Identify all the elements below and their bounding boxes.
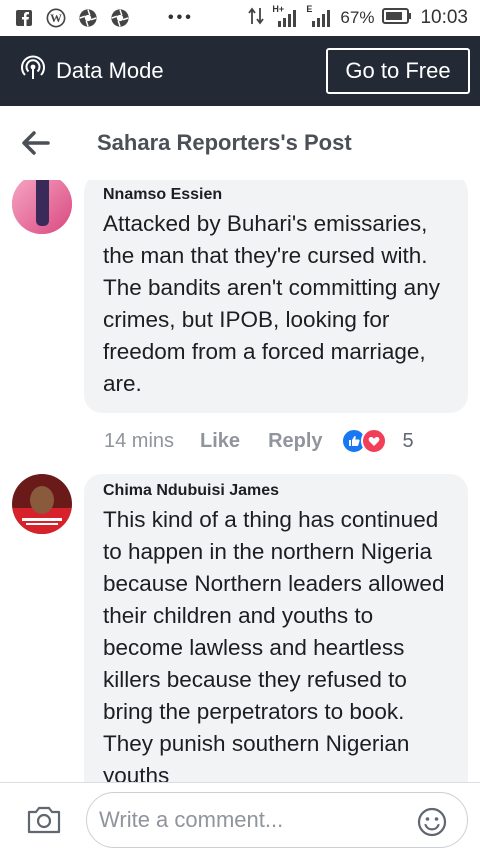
wordpress-icon: W <box>46 8 66 28</box>
love-reaction-icon <box>360 428 387 454</box>
svg-text:W: W <box>50 11 62 25</box>
data-mode-indicator: Data Mode <box>0 55 164 87</box>
battery-percent: 67% <box>340 8 375 27</box>
reply-button[interactable]: Reply <box>268 430 322 453</box>
data-mode-label: Data Mode <box>56 58 164 83</box>
aperture-icon <box>78 8 98 28</box>
comment-text: This kind of a thing has continued to ha… <box>103 507 445 782</box>
comment-bubble[interactable]: Nnamso Essien Attacked by Buhari's emiss… <box>84 180 468 413</box>
data-transfer-icon <box>248 7 265 30</box>
battery-icon <box>382 7 412 29</box>
comment-text: Attacked by Buhari's emissaries, the man… <box>103 211 440 396</box>
facebook-icon <box>14 8 34 28</box>
signal-icon: H+ <box>272 4 298 28</box>
comments-list[interactable]: Nnamso Essien Attacked by Buhari's emiss… <box>0 180 480 782</box>
post-header: Sahara Reporters's Post <box>0 106 480 180</box>
emoji-icon[interactable] <box>417 807 447 837</box>
status-bar: W ••• H+ E 67% 10:03 <box>0 0 480 36</box>
comment-time: 14 mins <box>104 429 175 452</box>
avatar[interactable] <box>12 474 72 534</box>
wireless-icon <box>20 55 46 87</box>
comment-input[interactable]: Write a comment... <box>86 792 468 848</box>
more-notifications-icon: ••• <box>168 9 194 26</box>
comment-author[interactable]: Chima Ndubuisi James <box>103 482 454 500</box>
clock: 10:03 <box>420 7 468 28</box>
comment-composer: Write a comment... <box>0 782 480 855</box>
like-button[interactable]: Like <box>200 430 240 453</box>
back-arrow-icon[interactable] <box>20 130 52 156</box>
reaction-count: 5 <box>402 429 414 452</box>
aperture-icon <box>110 8 130 28</box>
reaction-summary[interactable]: 5 <box>340 428 414 454</box>
signal-icon-2: E <box>306 4 332 28</box>
avatar[interactable] <box>12 180 72 234</box>
comment-actions: 14 mins Like Reply 5 <box>104 428 414 454</box>
comment-bubble[interactable]: Chima Ndubuisi James This kind of a thin… <box>84 474 468 782</box>
go-to-free-button[interactable]: Go to Free <box>326 48 470 94</box>
data-mode-bar: Data Mode Go to Free <box>0 36 480 106</box>
camera-icon[interactable] <box>26 805 62 835</box>
page-title: Sahara Reporters's Post <box>97 130 352 155</box>
comment-author[interactable]: Nnamso Essien <box>103 186 454 204</box>
comment-input-placeholder: Write a comment... <box>99 807 284 832</box>
